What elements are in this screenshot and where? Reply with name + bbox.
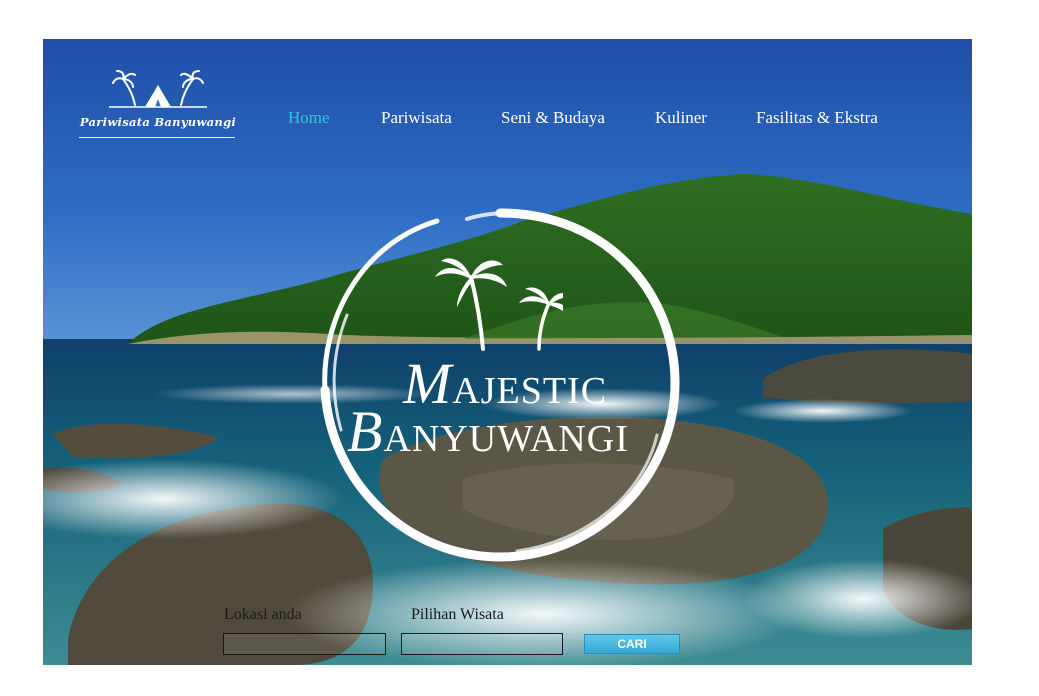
nav-pariwisata[interactable]: Pariwisata bbox=[381, 108, 452, 128]
nav-seni-budaya[interactable]: Seni & Budaya bbox=[501, 108, 605, 128]
nav-fasilitas-ekstra[interactable]: Fasilitas & Ekstra bbox=[756, 108, 878, 128]
title-rest-anyuwangi: ANYUWANGI bbox=[383, 418, 629, 460]
palm-trees-icon bbox=[435, 258, 563, 351]
nav-home[interactable]: Home bbox=[288, 108, 330, 128]
location-label: Lokasi anda bbox=[224, 606, 302, 623]
choice-input[interactable] bbox=[401, 633, 563, 655]
logo-underline bbox=[79, 137, 235, 138]
hero-emblem: MAJESTIC BANYUWANGI bbox=[317, 205, 683, 565]
hero-banner: Pariwisata Banyuwangi Home Pariwisata Se… bbox=[43, 39, 972, 665]
hero-title-line2: BANYUWANGI bbox=[347, 403, 629, 461]
location-input[interactable] bbox=[223, 633, 386, 655]
site-logo[interactable]: Pariwisata Banyuwangi bbox=[63, 67, 253, 147]
title-initial-b: B bbox=[347, 399, 384, 464]
nav-kuliner[interactable]: Kuliner bbox=[655, 108, 707, 128]
logo-text: Pariwisata Banyuwangi bbox=[79, 115, 237, 129]
palm-tent-logo-icon bbox=[109, 70, 207, 108]
choice-label: Pilihan Wisata bbox=[411, 606, 504, 623]
search-button[interactable]: CARI bbox=[584, 634, 680, 654]
